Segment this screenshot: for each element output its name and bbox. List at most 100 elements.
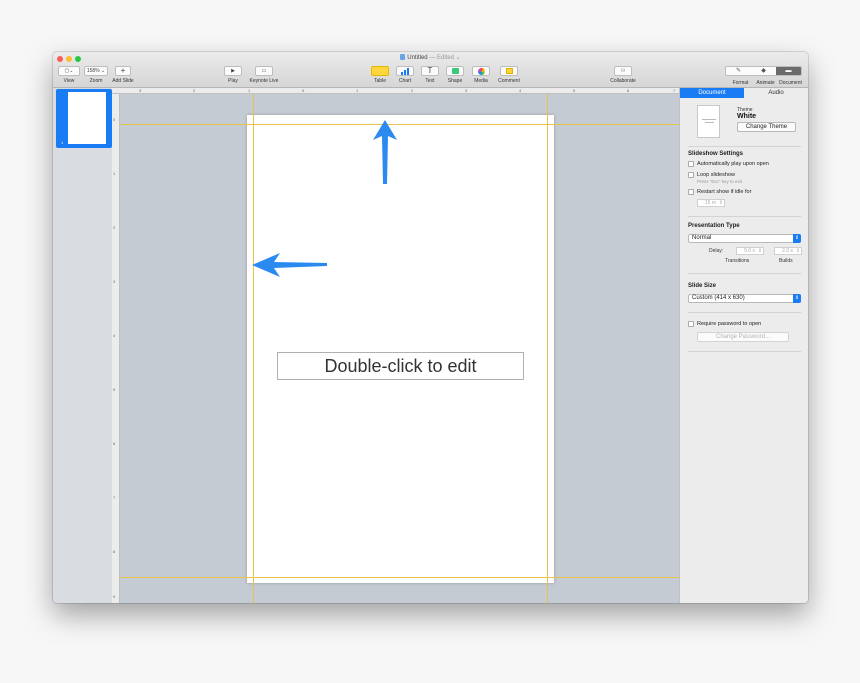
- builds-label: Builds: [779, 258, 793, 264]
- require-password-checkbox[interactable]: [688, 321, 694, 327]
- play-button[interactable]: ▶ Play: [222, 66, 244, 86]
- collaborate-button[interactable]: ⚇ Collaborate: [608, 66, 638, 86]
- slideshow-settings-title: Slideshow Settings: [688, 151, 744, 157]
- table-button[interactable]: Table: [369, 66, 391, 86]
- loop-checkbox[interactable]: [688, 172, 694, 178]
- document-button[interactable]: Document: [777, 80, 804, 86]
- divider: [688, 273, 801, 274]
- autoplay-label: Automatically play upon open: [697, 161, 769, 167]
- ruler-tick-label: 5: [113, 387, 116, 392]
- ruler-tick-label: 1: [356, 88, 359, 93]
- table-icon: [371, 66, 389, 76]
- ruler-tick-label: 6: [113, 441, 116, 446]
- shape-button[interactable]: Shape: [444, 66, 466, 86]
- document-inspector: Document Audio Theme White Change Theme …: [679, 88, 808, 603]
- ruler-tick-label: 4: [519, 88, 522, 93]
- loop-label: Loop slideshow: [697, 172, 735, 178]
- animate-button[interactable]: Animate: [753, 80, 778, 86]
- chevron-updown-icon: ⇕: [793, 294, 801, 303]
- alignment-guide: [547, 94, 548, 603]
- play-icon: ▶: [224, 66, 242, 76]
- text-placeholder[interactable]: Double-click to edit: [277, 352, 524, 380]
- divider: [688, 146, 801, 147]
- ruler-tick-label: 7: [113, 495, 116, 500]
- comment-icon: [500, 66, 518, 76]
- inspector-tabs: Document Audio: [680, 88, 808, 98]
- text-button[interactable]: T Text: [419, 66, 441, 86]
- slide-number: 1: [61, 140, 64, 145]
- chart-icon: [396, 66, 414, 76]
- ruler-tick-label: 0: [113, 117, 116, 122]
- ruler-tick-label: 3: [113, 279, 116, 284]
- loop-hint: Press "Esc" key to exit: [697, 179, 742, 184]
- divider: [688, 216, 801, 217]
- presentation-type-title: Presentation Type: [688, 223, 740, 229]
- slide-size-select[interactable]: Custom (414 x 630) ⇕: [688, 294, 801, 303]
- slide-canvas[interactable]: Double-click to edit: [120, 94, 679, 603]
- format-button[interactable]: Format: [728, 80, 753, 86]
- format-icon[interactable]: ✎: [726, 67, 751, 75]
- vertical-ruler: 0 1 2 3 4 5 6 7 8 9: [112, 94, 120, 603]
- plus-icon: +: [115, 66, 131, 76]
- text-icon: T: [421, 66, 439, 76]
- ruler-tick-label: 1: [248, 88, 251, 93]
- slide-navigator: 1: [53, 88, 112, 603]
- keynote-window: Untitled — Edited ⌄ ▢⌄ View 158% ⌄ Zoom …: [53, 52, 808, 603]
- change-theme-button[interactable]: Change Theme: [737, 122, 796, 132]
- autoplay-checkbox[interactable]: [688, 161, 694, 167]
- tab-document[interactable]: Document: [680, 88, 744, 98]
- builds-delay-stepper[interactable]: 2.0 s: [774, 247, 802, 255]
- animate-icon[interactable]: ◆: [751, 67, 776, 75]
- shape-icon: [446, 66, 464, 76]
- require-password-label: Require password to open: [697, 321, 762, 327]
- window-title[interactable]: Untitled — Edited ⌄: [53, 54, 808, 61]
- zoom-button[interactable]: 158% ⌄ Zoom: [83, 66, 109, 86]
- ruler-tick-label: 7: [673, 88, 676, 93]
- idle-time-stepper[interactable]: 15 m: [697, 199, 725, 207]
- slide[interactable]: [247, 115, 554, 583]
- ruler-tick-label: 3: [465, 88, 468, 93]
- slide-size-title: Slide Size: [688, 283, 717, 289]
- inspector-segment: ✎ ◆ ▬: [725, 66, 802, 76]
- tab-audio[interactable]: Audio: [744, 88, 808, 98]
- view-button[interactable]: ▢⌄ View: [57, 66, 81, 86]
- change-password-button[interactable]: Change Password...: [697, 332, 789, 342]
- ruler-tick-label: 2: [411, 88, 414, 93]
- arrow-left-icon: [252, 253, 327, 277]
- ruler-tick-label: 3: [139, 88, 142, 93]
- transitions-delay-stepper[interactable]: 5.0 s: [736, 247, 764, 255]
- theme-name: White: [737, 113, 757, 120]
- ruler-tick-label: 2: [193, 88, 196, 93]
- delay-label: Delay:: [709, 248, 724, 254]
- document-icon: [400, 54, 406, 60]
- titlebar: Untitled — Edited ⌄ ▢⌄ View 158% ⌄ Zoom …: [53, 52, 808, 88]
- ruler-tick-label: 9: [113, 594, 116, 599]
- ruler-tick-label: 2: [113, 225, 116, 230]
- keynote-live-button[interactable]: ▭ Keynote Live: [249, 66, 279, 86]
- add-slide-button[interactable]: + Add Slide: [111, 66, 135, 86]
- slide-thumbnail[interactable]: 1: [56, 89, 112, 148]
- media-button[interactable]: Media: [470, 66, 492, 86]
- restart-checkbox[interactable]: [688, 189, 694, 195]
- presentation-type-select[interactable]: Normal ⇕: [688, 234, 801, 243]
- ruler-tick-label: 1: [113, 171, 116, 176]
- keynote-live-icon: ▭: [255, 66, 273, 76]
- media-icon: [472, 66, 490, 76]
- document-inspector-icon[interactable]: ▬: [776, 67, 801, 75]
- ruler-tick-label: 8: [113, 549, 116, 554]
- ruler-tick-label: 5: [573, 88, 576, 93]
- ruler-tick-label: 0: [302, 88, 305, 93]
- restart-label: Restart show if idle for: [697, 189, 752, 195]
- chart-button[interactable]: Chart: [394, 66, 416, 86]
- arrow-up-icon: [373, 120, 397, 184]
- collaborate-icon: ⚇: [614, 66, 632, 76]
- theme-thumbnail: [697, 105, 720, 138]
- alignment-guide: [253, 94, 254, 603]
- ruler-tick-label: 4: [113, 333, 116, 338]
- view-icon: ▢⌄: [58, 66, 80, 76]
- ruler-tick-label: 6: [627, 88, 630, 93]
- comment-button[interactable]: Comment: [495, 66, 523, 86]
- chevron-updown-icon: ⇕: [793, 234, 801, 243]
- divider: [688, 312, 801, 313]
- alignment-guide: [120, 577, 679, 578]
